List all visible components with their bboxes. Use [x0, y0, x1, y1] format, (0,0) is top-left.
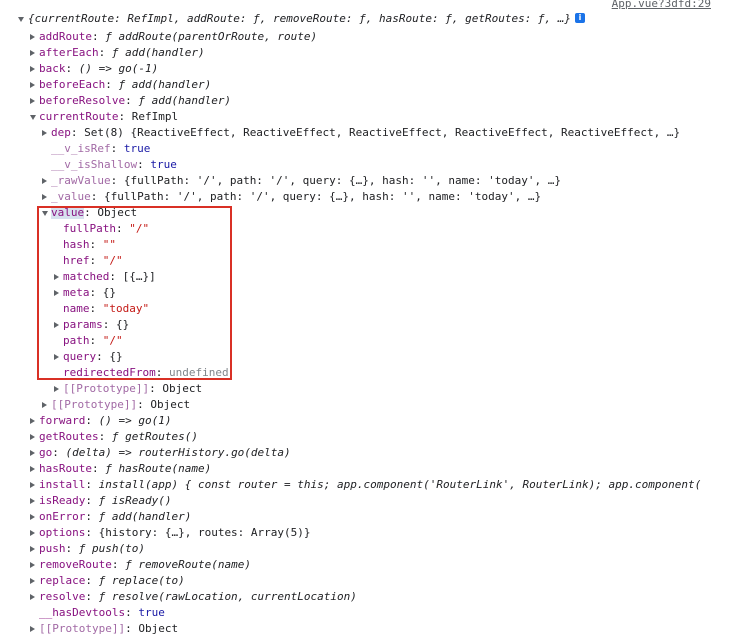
property-row[interactable]: forward: () => go(1)	[0, 413, 731, 429]
property-row[interactable]: [[Prototype]]: Object	[0, 621, 731, 637]
source-link[interactable]: App.vue?3dfd:29	[612, 0, 711, 10]
expand-triangle-icon[interactable]	[30, 82, 35, 88]
expand-triangle-icon[interactable]	[42, 178, 47, 184]
expand-triangle-icon[interactable]	[42, 402, 47, 408]
property-row[interactable]: push: ƒ push(to)	[0, 541, 731, 557]
property-row[interactable]: afterEach: ƒ add(handler)	[0, 45, 731, 61]
property-row[interactable]: removeRoute: ƒ removeRoute(name)	[0, 557, 731, 573]
property-row: __hasDevtools: true	[39, 606, 165, 619]
expand-triangle-icon[interactable]	[30, 514, 35, 520]
property-row[interactable]: matched: [{…}]	[0, 269, 731, 285]
expand-triangle-icon[interactable]	[30, 450, 35, 456]
expand-triangle-icon[interactable]	[42, 194, 47, 200]
property-row[interactable]: params: {}	[0, 317, 731, 333]
property-row[interactable]: addRoute: ƒ addRoute(parentOrRoute, rout…	[0, 29, 731, 45]
expand-triangle-icon[interactable]	[30, 594, 35, 600]
expand-triangle-icon[interactable]	[30, 626, 35, 632]
expand-triangle-icon[interactable]	[54, 274, 59, 280]
property-row: __v_isShallow: true	[51, 158, 177, 171]
devtools-console: App.vue?3dfd:29 {currentRoute: RefImpl, …	[0, 0, 731, 643]
property-row[interactable]: query: {}	[0, 349, 731, 365]
expand-triangle-icon[interactable]	[42, 130, 47, 136]
property-row[interactable]: _value: {fullPath: '/', path: '/', query…	[0, 189, 731, 205]
property-row[interactable]: install: install(app) { const router = t…	[0, 477, 731, 493]
property-row[interactable]: isReady: ƒ isReady()	[0, 493, 731, 509]
property-row-value[interactable]: value: Object	[0, 205, 731, 221]
root-object-row[interactable]: {currentRoute: RefImpl, addRoute: ƒ, rem…	[0, 11, 731, 27]
expand-triangle-icon[interactable]	[30, 498, 35, 504]
expand-triangle-icon[interactable]	[30, 434, 35, 440]
expand-triangle-icon[interactable]	[30, 66, 35, 72]
property-row[interactable]: [[Prototype]]: Object	[0, 397, 731, 413]
property-row[interactable]: _rawValue: {fullPath: '/', path: '/', qu…	[0, 173, 731, 189]
property-row: redirectedFrom: undefined	[63, 366, 229, 379]
property-row[interactable]: getRoutes: ƒ getRoutes()	[0, 429, 731, 445]
property-row: fullPath: "/"	[63, 222, 150, 235]
property-row-current-route[interactable]: currentRoute: RefImpl	[0, 109, 731, 125]
property-row[interactable]: dep: Set(8) {ReactiveEffect, ReactiveEff…	[0, 125, 731, 141]
property-row[interactable]: back: () => go(-1)	[0, 61, 731, 77]
property-row[interactable]: onError: ƒ add(handler)	[0, 509, 731, 525]
property-row[interactable]: beforeResolve: ƒ add(handler)	[0, 93, 731, 109]
expand-triangle-icon[interactable]	[54, 354, 59, 360]
info-icon[interactable]: i	[575, 13, 585, 23]
property-row[interactable]: options: {history: {…}, routes: Array(5)…	[0, 525, 731, 541]
expand-triangle-icon[interactable]	[30, 530, 35, 536]
expand-triangle-icon[interactable]	[54, 322, 59, 328]
expand-triangle-icon[interactable]	[18, 17, 24, 22]
property-row[interactable]: [[Prototype]]: Object	[0, 381, 731, 397]
expand-triangle-icon[interactable]	[30, 50, 35, 56]
collapse-triangle-icon[interactable]	[42, 211, 48, 216]
expand-triangle-icon[interactable]	[30, 482, 35, 488]
property-row[interactable]: beforeEach: ƒ add(handler)	[0, 77, 731, 93]
expand-triangle-icon[interactable]	[30, 562, 35, 568]
expand-triangle-icon[interactable]	[30, 34, 35, 40]
property-row: href: "/"	[63, 254, 123, 267]
property-row[interactable]: meta: {}	[0, 285, 731, 301]
expand-triangle-icon[interactable]	[30, 578, 35, 584]
expand-triangle-icon[interactable]	[54, 290, 59, 296]
property-row[interactable]: go: (delta) => routerHistory.go(delta)	[0, 445, 731, 461]
property-row[interactable]: hasRoute: ƒ hasRoute(name)	[0, 461, 731, 477]
expand-triangle-icon[interactable]	[54, 386, 59, 392]
property-row[interactable]: resolve: ƒ resolve(rawLocation, currentL…	[0, 589, 731, 605]
expand-triangle-icon[interactable]	[30, 418, 35, 424]
collapse-triangle-icon[interactable]	[30, 115, 36, 120]
property-row: __v_isRef: true	[51, 142, 151, 155]
property-row: name: "today"	[63, 302, 150, 315]
property-row[interactable]: replace: ƒ replace(to)	[0, 573, 731, 589]
property-row: path: "/"	[63, 334, 123, 347]
expand-triangle-icon[interactable]	[30, 546, 35, 552]
expand-triangle-icon[interactable]	[30, 466, 35, 472]
expand-triangle-icon[interactable]	[30, 98, 35, 104]
property-row: hash: ""	[63, 238, 116, 251]
root-object-summary: {currentRoute: RefImpl, addRoute: ƒ, rem…	[28, 12, 572, 25]
